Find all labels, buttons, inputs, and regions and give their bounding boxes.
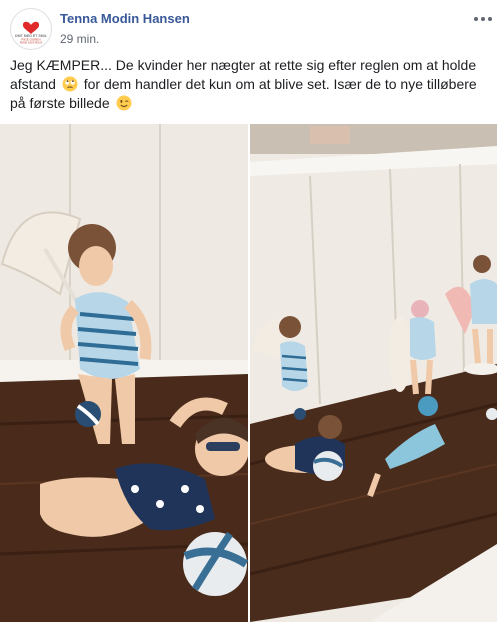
author-avatar[interactable]: DMT MED ET SMIL RIGE OGREN RIGE SOSTEUS xyxy=(10,8,52,50)
post-text: Jeg KÆMPER... De kvinder her nægter at r… xyxy=(10,56,488,113)
post-timestamp[interactable]: 29 min. xyxy=(60,32,99,46)
more-options-icon[interactable] xyxy=(472,10,494,28)
rolling-eyes-emoji-icon xyxy=(62,76,78,92)
winking-face-emoji-icon xyxy=(116,95,131,111)
figurines-closeup-photo xyxy=(0,124,248,622)
photo-figurines-closeup[interactable] xyxy=(0,124,248,622)
logo-line-3: RIGE SOSTEUS xyxy=(20,41,43,45)
figurines-shelf-photo xyxy=(250,124,497,622)
photo-grid xyxy=(0,124,497,622)
facebook-post: DMT MED ET SMIL RIGE OGREN RIGE SOSTEUS … xyxy=(0,0,497,622)
post-text-part-2: for dem handler det kun om at blive set.… xyxy=(10,76,477,111)
avatar-logo: DMT MED ET SMIL RIGE OGREN RIGE SOSTEUS xyxy=(12,10,50,48)
post-header: DMT MED ET SMIL RIGE OGREN RIGE SOSTEUS … xyxy=(10,8,492,52)
photo-figurines-shelf[interactable] xyxy=(250,124,497,622)
author-name-link[interactable]: Tenna Modin Hansen xyxy=(60,11,190,26)
